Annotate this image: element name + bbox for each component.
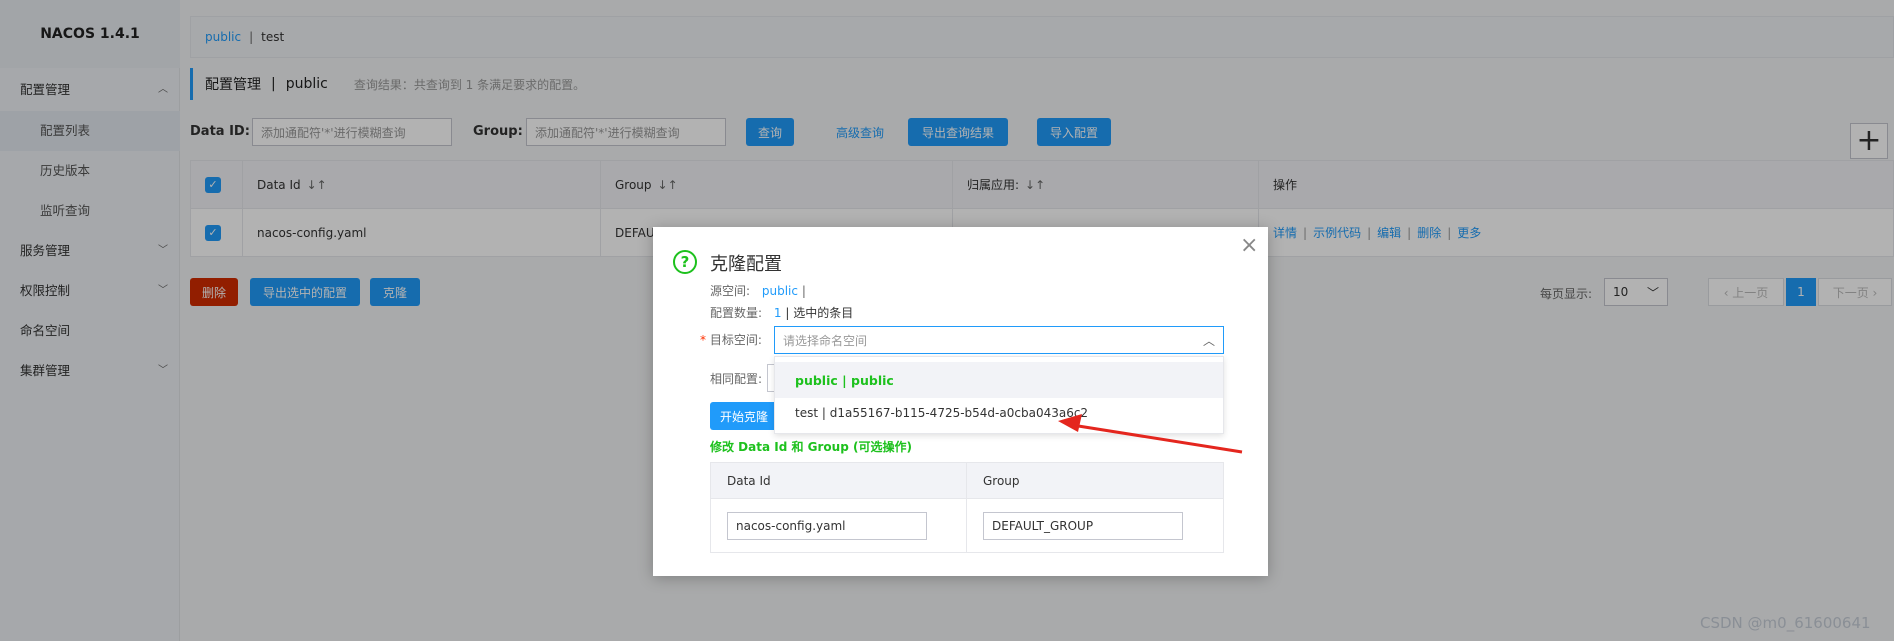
annotation-arrow-icon (1058, 414, 1243, 454)
watermark: CSDN @m0_61600641 (1700, 614, 1871, 632)
